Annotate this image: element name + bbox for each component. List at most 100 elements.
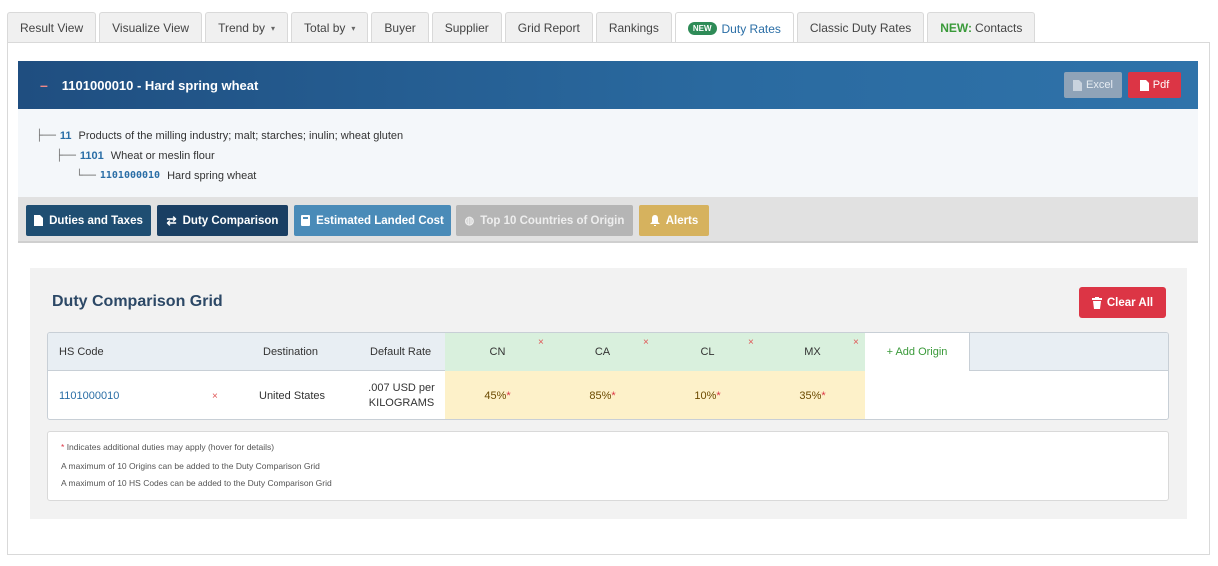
tab-label: Contacts — [975, 21, 1023, 35]
column-header-default-rate: Default Rate — [370, 346, 432, 358]
globe-icon: ◍ — [464, 215, 475, 227]
origin-header-ca: CA — [550, 333, 655, 371]
rate-cell-ca[interactable]: 85% * — [550, 371, 655, 419]
remove-origin-icon[interactable]: × — [643, 337, 649, 348]
hierarchy-description: Hard spring wheat — [167, 169, 257, 182]
rate-value: 85% — [589, 389, 612, 402]
note-text: Indicates additional duties may apply (h… — [66, 442, 275, 452]
excel-file-icon — [1073, 79, 1083, 91]
origin-code: CN — [489, 346, 506, 358]
button-label: Alerts — [665, 214, 699, 227]
remove-origin-icon[interactable]: × — [748, 337, 754, 348]
tab-label: Trend by — [218, 21, 265, 35]
additional-duty-marker: * — [716, 389, 721, 402]
column-header-destination: Destination — [263, 346, 319, 358]
rate-cell-mx[interactable]: 35% * — [760, 371, 865, 419]
hierarchy-code[interactable]: 1101000010 — [100, 170, 160, 181]
origin-code: MX — [804, 346, 821, 358]
hierarchy-description: Products of the milling industry; malt; … — [78, 129, 404, 142]
tab-supplier[interactable]: Supplier — [431, 12, 502, 43]
origin-code: CA — [594, 346, 611, 358]
default-rate-unit: KILOGRAMS — [368, 396, 435, 409]
top10-origins-button[interactable]: ◍ Top 10 Countries of Origin — [456, 205, 633, 236]
tab-label: Classic Duty Rates — [809, 21, 912, 35]
note-max-hs-codes: A maximum of 10 HS Codes can be added to… — [61, 478, 332, 488]
pdf-label: Pdf — [1152, 79, 1170, 91]
button-label: Clear All — [1106, 296, 1154, 309]
landed-cost-button[interactable]: Estimated Landed Cost — [294, 205, 451, 236]
tab-buyer[interactable]: Buyer — [371, 12, 429, 43]
button-label: Duties and Taxes — [49, 214, 143, 227]
hierarchy-level-chapter: ├── 11 Products of the milling industry;… — [36, 129, 403, 142]
origin-header-cl: CL — [655, 333, 760, 371]
pdf-file-icon — [1139, 79, 1149, 91]
note-marker: * — [61, 442, 65, 452]
product-title: 1101000010 - Hard spring wheat — [61, 77, 259, 93]
grid-title: Duty Comparison Grid — [52, 293, 223, 310]
tab-classic-duty-rates[interactable]: Classic Duty Rates — [796, 12, 925, 43]
document-icon — [34, 215, 44, 226]
product-header: – 1101000010 - Hard spring wheat Excel P… — [18, 61, 1198, 109]
tab-label: Buyer — [384, 21, 416, 35]
hs-hierarchy: ├── 11 Products of the milling industry;… — [18, 109, 1198, 197]
remove-origin-icon[interactable]: × — [853, 337, 859, 348]
remove-hs-code-icon[interactable]: × — [212, 391, 218, 402]
hierarchy-code[interactable]: 11 — [60, 130, 72, 142]
note-additional-duties: * Indicates additional duties may apply … — [61, 442, 274, 452]
hierarchy-code[interactable]: 1101 — [80, 150, 104, 162]
duty-comparison-grid: HS Code Destination Default Rate CN × CA… — [47, 332, 1169, 420]
origin-header-cn: CN — [445, 333, 550, 371]
hs-code-link[interactable]: 1101000010 — [59, 371, 119, 419]
rate-cell-cn[interactable]: 45% * — [445, 371, 550, 419]
tab-label: Visualize View — [112, 21, 190, 35]
rate-cell-cl[interactable]: 10% * — [655, 371, 760, 419]
tab-label: Result View — [20, 21, 84, 35]
pdf-button[interactable]: Pdf — [1128, 72, 1181, 98]
calculator-icon — [301, 215, 311, 226]
chevron-down-icon: ▾ — [351, 23, 356, 33]
hierarchy-level-tariff: └── 1101000010 Hard spring wheat — [76, 169, 256, 182]
tab-total-by[interactable]: Total by ▾ — [291, 12, 369, 43]
rate-value: 10% — [694, 389, 717, 402]
tab-grid-report[interactable]: Grid Report — [504, 12, 593, 43]
tree-connector: ├── — [56, 149, 76, 162]
button-label: Top 10 Countries of Origin — [480, 214, 625, 227]
tree-connector: ├── — [36, 129, 56, 142]
new-label: NEW: — [940, 21, 973, 35]
excel-label: Excel — [1086, 79, 1113, 91]
duties-taxes-button[interactable]: Duties and Taxes — [26, 205, 151, 236]
new-badge: NEW — [687, 22, 717, 35]
collapse-icon[interactable]: – — [40, 77, 48, 93]
clear-all-button[interactable]: Clear All — [1079, 287, 1166, 318]
tab-label: Grid Report — [517, 21, 580, 35]
destination-value: United States — [259, 389, 326, 402]
alerts-button[interactable]: Alerts — [639, 205, 709, 236]
default-rate-value: .007 USD per KILOGRAMS — [358, 371, 445, 419]
grid-notes: * Indicates additional duties may apply … — [47, 431, 1169, 501]
rate-value: 45% — [484, 389, 507, 402]
remove-origin-icon[interactable]: × — [538, 337, 544, 348]
tab-duty-rates[interactable]: NEW Duty Rates — [674, 12, 794, 44]
hierarchy-description: Wheat or meslin flour — [110, 149, 215, 162]
add-origin-button[interactable]: + Add Origin — [865, 333, 970, 371]
tab-bar: Result View Visualize View Trend by ▾ Tot… — [7, 12, 1036, 44]
note-max-origins: A maximum of 10 Origins can be added to … — [61, 461, 320, 471]
exchange-icon: ⇄ — [166, 213, 177, 228]
additional-duty-marker: * — [821, 389, 826, 402]
tab-visualize-view[interactable]: Visualize View — [99, 12, 203, 43]
tab-trend-by[interactable]: Trend by ▾ — [205, 12, 289, 43]
column-header-hs-code: HS Code — [59, 346, 104, 358]
tab-label: Total by — [304, 21, 346, 35]
excel-button[interactable]: Excel — [1064, 72, 1122, 98]
tab-result-view[interactable]: Result View — [7, 12, 97, 43]
tab-rankings[interactable]: Rankings — [595, 12, 672, 43]
chevron-down-icon: ▾ — [271, 23, 276, 33]
tab-label: Supplier — [444, 21, 489, 35]
duty-comparison-button[interactable]: ⇄ Duty Comparison — [157, 205, 288, 236]
tab-label: Rankings — [608, 21, 659, 35]
additional-duty-marker: * — [506, 389, 511, 402]
tab-contacts[interactable]: NEW: Contacts — [927, 12, 1036, 43]
trash-icon — [1091, 296, 1102, 309]
tab-label: Duty Rates — [721, 21, 781, 36]
rate-value: 35% — [799, 389, 822, 402]
